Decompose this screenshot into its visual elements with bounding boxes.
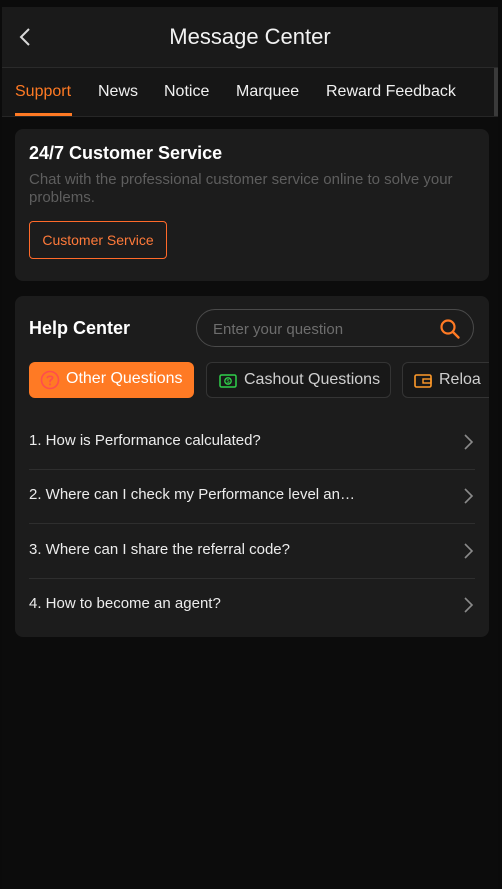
chevron-right-icon <box>464 543 474 559</box>
category-label: Reloa <box>439 371 481 388</box>
customer-service-button[interactable]: Customer Service <box>29 221 167 259</box>
chevron-right-icon <box>464 434 474 450</box>
help-center-title: Help Center <box>29 318 131 338</box>
tab-reward-feedback[interactable]: Reward Feedback <box>326 83 456 101</box>
tab-notice[interactable]: Notice <box>164 83 209 101</box>
faq-item[interactable]: 4. How to become an agent? <box>29 578 475 632</box>
page-title: Message Center <box>169 24 331 49</box>
tab-marquee[interactable]: Marquee <box>236 83 299 101</box>
faq-question: 2. Where can I check my Performance leve… <box>29 486 355 503</box>
faq-question: 4. How to become an agent? <box>29 595 221 612</box>
faq-item[interactable]: 2. Where can I check my Performance leve… <box>29 469 475 524</box>
category-other-questions[interactable]: Other Questions <box>29 362 194 398</box>
top-bar: Message Center <box>2 7 498 68</box>
search-input[interactable] <box>211 310 435 348</box>
help-center-card: Help Center Other Questions $ Cashout Qu <box>15 296 489 637</box>
search-icon[interactable] <box>439 318 461 340</box>
app-frame: Message Center Support News Notice Marqu… <box>2 7 498 889</box>
svg-text:$: $ <box>226 379 229 385</box>
tab-news[interactable]: News <box>98 83 138 101</box>
question-icon <box>40 370 60 390</box>
faq-item[interactable]: 3. Where can I share the referral code? <box>29 524 475 579</box>
chevron-right-icon <box>464 488 474 504</box>
tab-support[interactable]: Support <box>15 83 71 101</box>
faq-item[interactable]: 1. How is Performance calculated? <box>29 415 475 470</box>
category-label: Other Questions <box>66 370 183 387</box>
faq-question: 3. Where can I share the referral code? <box>29 541 290 558</box>
active-tab-indicator <box>15 113 72 116</box>
customer-service-description: Chat with the professional customer serv… <box>29 171 453 206</box>
category-label: Cashout Questions <box>244 371 381 388</box>
tab-bar: Support News Notice Marquee Reward Feedb… <box>2 68 498 117</box>
tabs-scrollbar[interactable] <box>494 68 498 116</box>
chevron-right-icon <box>464 597 474 613</box>
search-box <box>196 309 474 348</box>
category-reload[interactable]: Reloa <box>402 362 489 398</box>
faq-question: 1. How is Performance calculated? <box>29 432 261 449</box>
category-cashout-questions[interactable]: $ Cashout Questions <box>206 362 391 398</box>
customer-service-title: 24/7 Customer Service <box>29 143 223 163</box>
cashout-icon: $ <box>219 374 237 388</box>
wallet-icon <box>414 374 432 388</box>
customer-service-card: 24/7 Customer Service Chat with the prof… <box>15 129 489 281</box>
